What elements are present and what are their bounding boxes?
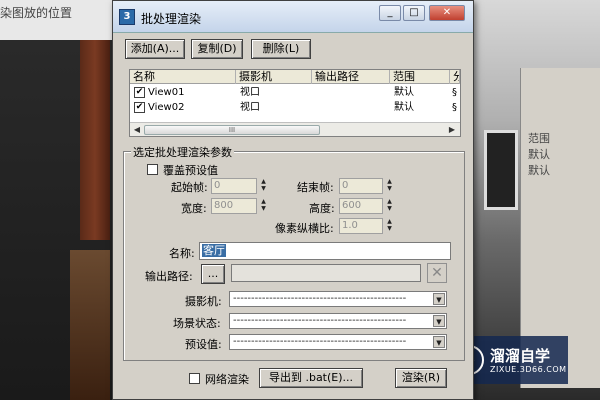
pixel-aspect-label: 像素纵横比: <box>275 222 334 235</box>
name-value: 客厅 <box>202 244 226 257</box>
name-input[interactable]: 客厅 <box>199 242 451 260</box>
background-panel-row: 范围 <box>528 132 550 145</box>
camera-label: 摄影机: <box>185 295 222 308</box>
scroll-right-icon[interactable]: ▶ <box>446 124 458 136</box>
row-checkbox[interactable]: ✔ <box>134 87 145 98</box>
column-header-extra[interactable]: 分 <box>450 70 460 84</box>
width-input[interactable]: 800 <box>211 198 257 214</box>
batch-render-list[interactable]: 名称 摄影机 输出路径 范围 分 ✔ View01 视口 默认 § ✔ View… <box>129 69 461 137</box>
scene-state-select-value: ----------------------------------------… <box>233 315 407 326</box>
row-range: 默认 <box>394 102 414 113</box>
watermark-subtitle: ZIXUE.3D66.COM <box>490 364 567 374</box>
background-floor <box>70 250 110 400</box>
scene-state-label: 场景状态: <box>173 317 221 330</box>
width-label: 宽度: <box>181 202 207 215</box>
column-header-name[interactable]: 名称 <box>130 70 236 84</box>
scroll-left-icon[interactable]: ◀ <box>131 124 143 136</box>
horizontal-scrollbar[interactable]: ◀ III ▶ <box>130 122 460 136</box>
pixel-aspect-spinner[interactable]: ▲ ▼ <box>385 218 394 234</box>
background-panel-row: 默认 <box>528 148 550 161</box>
override-preset-label: 覆盖预设值 <box>163 164 218 177</box>
preset-select-value: ----------------------------------------… <box>233 336 407 347</box>
background-text: 染图放的位置 <box>0 6 73 20</box>
start-frame-spinner[interactable]: ▲ ▼ <box>259 178 268 194</box>
camera-select-value: ----------------------------------------… <box>233 293 407 304</box>
camera-select[interactable]: ----------------------------------------… <box>229 291 447 307</box>
row-range: 默认 <box>394 87 414 98</box>
dialog-title: 批处理渲染 <box>141 12 202 26</box>
output-path-input[interactable] <box>231 264 421 282</box>
list-header: 名称 摄影机 输出路径 范围 分 <box>130 70 460 84</box>
row-name: View01 <box>148 87 185 98</box>
dialog-titlebar[interactable]: 3 批处理渲染 _ □ ✕ <box>113 1 473 33</box>
start-frame-label: 起始帧: <box>171 181 208 194</box>
chevron-down-icon[interactable]: ▼ <box>433 336 445 348</box>
end-frame-label: 结束帧: <box>297 181 334 194</box>
app-icon: 3 <box>119 9 135 25</box>
override-preset-checkbox[interactable] <box>147 164 158 175</box>
copy-button[interactable]: 复制(D) <box>191 39 243 59</box>
delete-button[interactable]: 删除(L) <box>251 39 311 59</box>
export-bat-button[interactable]: 导出到 .bat(E)... <box>259 368 363 388</box>
preset-select[interactable]: ----------------------------------------… <box>229 334 447 350</box>
row-camera: 视口 <box>240 87 260 98</box>
row-name: View02 <box>148 102 185 113</box>
column-header-range[interactable]: 范围 <box>390 70 450 84</box>
height-label: 高度: <box>309 202 335 215</box>
list-row[interactable]: ✔ View01 视口 默认 § <box>130 86 460 99</box>
column-header-camera[interactable]: 摄影机 <box>236 70 312 84</box>
chevron-down-icon[interactable]: ▼ <box>433 293 445 305</box>
height-input[interactable]: 600 <box>339 198 383 214</box>
scene-state-select[interactable]: ----------------------------------------… <box>229 313 447 329</box>
background-wood-panel <box>80 40 110 240</box>
row-checkbox[interactable]: ✔ <box>134 102 145 113</box>
background-picture-frame <box>484 130 518 210</box>
pixel-aspect-input[interactable]: 1.0 <box>339 218 383 234</box>
close-icon[interactable]: ✕ <box>429 5 465 21</box>
minimize-icon[interactable]: _ <box>379 5 401 21</box>
name-label: 名称: <box>169 247 195 260</box>
output-path-label: 输出路径: <box>145 270 193 283</box>
background-panel-row: 默认 <box>528 164 550 177</box>
row-extra: § <box>452 87 457 98</box>
scroll-thumb[interactable]: III <box>144 125 320 135</box>
add-button[interactable]: 添加(A)... <box>125 39 185 59</box>
group-title: 选定批处理渲染参数 <box>131 144 234 160</box>
browse-button[interactable]: ... <box>201 264 225 284</box>
row-camera: 视口 <box>240 102 260 113</box>
column-header-output-path[interactable]: 输出路径 <box>312 70 390 84</box>
clear-output-icon[interactable]: ✕ <box>427 263 447 283</box>
net-render-label: 网络渲染 <box>205 373 249 386</box>
watermark-title: 溜溜自学 <box>490 346 551 365</box>
chevron-down-icon[interactable]: ▼ <box>433 315 445 327</box>
net-render-checkbox[interactable] <box>189 373 200 384</box>
batch-render-dialog: 3 批处理渲染 _ □ ✕ 添加(A)... 复制(D) 删除(L) 名称 摄影… <box>112 0 474 400</box>
end-frame-spinner[interactable]: ▲ ▼ <box>385 178 394 194</box>
maximize-icon[interactable]: □ <box>403 5 425 21</box>
start-frame-input[interactable]: 0 <box>211 178 257 194</box>
width-spinner[interactable]: ▲ ▼ <box>259 198 268 214</box>
end-frame-input[interactable]: 0 <box>339 178 383 194</box>
list-row[interactable]: ✔ View02 视口 默认 § <box>130 101 460 114</box>
row-extra: § <box>452 102 457 113</box>
preset-label: 预设值: <box>185 338 222 351</box>
render-button[interactable]: 渲染(R) <box>395 368 447 388</box>
height-spinner[interactable]: ▲ ▼ <box>385 198 394 214</box>
